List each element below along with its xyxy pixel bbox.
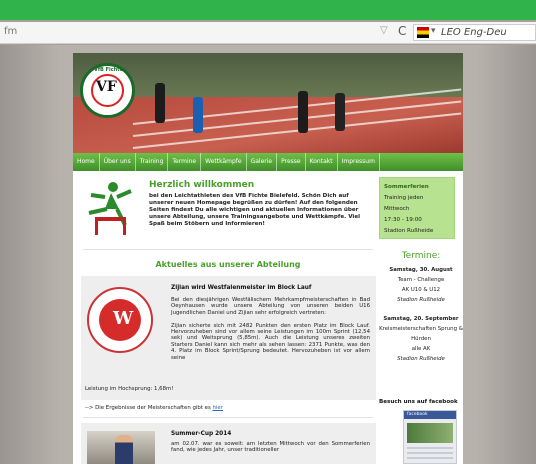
summer-training-box: Sommerferien Training jeden Mittwoch 17:… xyxy=(379,177,455,239)
nav-training[interactable]: Training xyxy=(136,153,169,171)
flag-icon xyxy=(417,27,429,38)
nav-galerie[interactable]: Galerie xyxy=(247,153,278,171)
event-item: Samstag, 30. August Team - Challenge AK … xyxy=(379,265,463,305)
chevron-down-icon[interactable]: ▾ xyxy=(431,26,436,36)
results-link-prefix: --> Die Ergebnisse der Meisterschaften g… xyxy=(85,405,211,411)
logo-letters: VF xyxy=(96,79,117,95)
article-photo xyxy=(87,431,155,464)
summer-box-line: Stadion Rußheide xyxy=(384,228,434,234)
logo-ring-text: VfB Fichte xyxy=(94,67,124,73)
main-nav: Home Über uns Training Termine Wettkämpf… xyxy=(73,153,463,171)
event-name: Kreismeisterschaften Sprung & Hürden xyxy=(379,326,463,342)
facebook-widget[interactable]: facebook xyxy=(403,410,457,464)
url-text[interactable]: fm xyxy=(4,26,17,37)
divider xyxy=(83,249,373,250)
article-paragraph-end: Leistung im Hochsprung: 1,68m! xyxy=(85,386,174,392)
summer-box-line: 17:30 - 19:00 xyxy=(384,217,422,223)
termine-list: Samstag, 30. August Team - Challenge AK … xyxy=(379,265,463,373)
runner-figure xyxy=(298,91,308,133)
facebook-thumbnail xyxy=(407,423,453,443)
runner-figure xyxy=(335,93,345,131)
event-date: Samstag, 30. August xyxy=(389,267,453,273)
runner-figure xyxy=(193,97,203,133)
results-link-line: --> Die Ergebnisse der Meisterschaften g… xyxy=(85,405,223,411)
article-title[interactable]: Zijian wird Westfalenmeister im Block La… xyxy=(171,285,311,291)
nav-termine[interactable]: Termine xyxy=(168,153,202,171)
article-paragraph: Zijian sicherte sich mit 2482 Punkten de… xyxy=(171,322,370,361)
nav-presse[interactable]: Presse xyxy=(277,153,306,171)
search-placeholder: LEO Eng-Deu xyxy=(441,27,507,38)
nav-kontakt[interactable]: Kontakt xyxy=(306,153,338,171)
news-heading: Aktuelles aus unserer Abteilung xyxy=(155,260,301,269)
runner-figure xyxy=(155,83,165,123)
association-logo: W xyxy=(87,287,153,353)
browser-top-bar xyxy=(0,0,536,20)
event-group: alle AK xyxy=(411,346,431,352)
nav-impressum[interactable]: Impressum xyxy=(338,153,380,171)
reload-icon[interactable]: C xyxy=(398,24,406,38)
article-title[interactable]: Summer-Cup 2014 xyxy=(171,431,231,437)
summer-box-line: Training jeden Mittwoch xyxy=(384,195,424,212)
event-group: AK U10 & U12 xyxy=(401,287,441,293)
nav-ueber-uns[interactable]: Über uns xyxy=(100,153,136,171)
nav-wettkaempfe[interactable]: Wettkämpfe xyxy=(201,153,247,171)
event-item: Samstag, 20. September Kreismeisterschaf… xyxy=(379,314,463,364)
news-article: Summer-Cup 2014 am 02.07. war es soweit:… xyxy=(81,423,376,464)
event-place: Stadion Rußheide xyxy=(397,297,445,303)
website-page: VfB Fichte VF Home Über uns Training Ter… xyxy=(73,53,463,464)
news-article: W Zijian wird Westfalenmeister im Block … xyxy=(81,276,376,400)
facebook-title: Besuch uns auf facebook xyxy=(379,399,458,405)
event-name: Team - Challenge xyxy=(397,277,445,283)
browser-url-bar[interactable]: fm ▽ C ▾ LEO Eng-Deu xyxy=(0,22,536,44)
event-place: Stadion Rußheide xyxy=(397,356,445,362)
hurdler-icon xyxy=(88,182,132,235)
termine-title: Termine: xyxy=(401,251,441,261)
search-input[interactable]: ▾ LEO Eng-Deu xyxy=(413,24,536,41)
facebook-label: facebook xyxy=(404,411,456,419)
logo-shield: W xyxy=(99,299,141,341)
club-logo[interactable]: VfB Fichte VF xyxy=(80,63,135,118)
article-text: am 02.07. war es soweit: am letzten Mitt… xyxy=(171,441,370,454)
logo-letter: W xyxy=(113,308,134,329)
results-link[interactable]: hier xyxy=(213,405,223,411)
article-text: Bei den diesjährigen Westfälischem Mehrk… xyxy=(171,297,370,361)
header-banner: VfB Fichte VF xyxy=(73,53,463,153)
person-figure xyxy=(115,435,133,464)
divider xyxy=(83,417,373,418)
facebook-text-lines xyxy=(407,447,453,461)
dropdown-icon[interactable]: ▽ xyxy=(380,25,388,36)
welcome-title: Herzlich willkommen xyxy=(149,180,255,190)
welcome-text: bei den Leichtathleten des VfB Fichte Bi… xyxy=(149,193,361,227)
nav-home[interactable]: Home xyxy=(73,153,100,171)
summer-box-title: Sommerferien xyxy=(384,184,429,190)
article-paragraph: Bei den diesjährigen Westfälischem Mehrk… xyxy=(171,297,370,316)
event-date: Samstag, 20. September xyxy=(383,316,459,322)
